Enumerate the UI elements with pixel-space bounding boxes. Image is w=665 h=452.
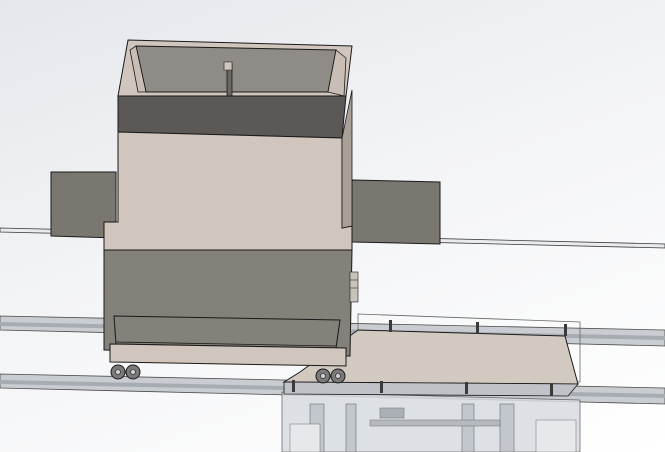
assembly-model[interactable] [0,0,665,452]
right-side-wing[interactable] [351,179,441,245]
wheel-right-1 [315,368,331,384]
hopper-body[interactable] [103,39,359,367]
cad-viewport[interactable] [0,0,665,452]
wheel-left-2 [125,364,141,380]
support-frame[interactable] [281,391,581,452]
wheel-left-1 [110,364,126,380]
wheel-right-2 [330,368,346,384]
